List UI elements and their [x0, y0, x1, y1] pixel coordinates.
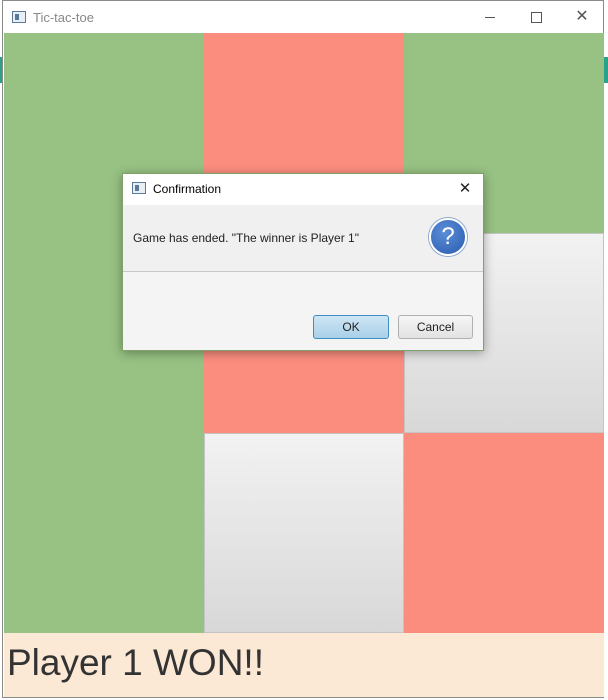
board-cell[interactable]	[204, 433, 404, 633]
minimize-icon	[485, 16, 495, 18]
dialog-title-bar[interactable]: Confirmation ✕	[123, 174, 483, 205]
maximize-button[interactable]	[513, 1, 559, 33]
maximize-icon	[530, 11, 542, 23]
dialog-title: Confirmation	[153, 182, 222, 196]
cancel-button[interactable]: Cancel	[398, 315, 473, 339]
window-title: Tic-tac-toe	[33, 10, 94, 25]
status-bar: Player 1 WON!!	[4, 633, 604, 697]
title-bar[interactable]: Tic-tac-toe ✕	[3, 1, 603, 33]
question-icon: ?	[429, 218, 467, 256]
dialog-message: Game has ended. "The winner is Player 1"	[133, 231, 359, 245]
dialog-header: Game has ended. "The winner is Player 1"…	[123, 205, 483, 272]
board-cell[interactable]	[4, 433, 204, 633]
confirmation-dialog: Confirmation ✕ Game has ended. "The winn…	[122, 173, 484, 351]
minimize-button[interactable]	[467, 1, 513, 33]
close-button[interactable]: ✕	[559, 1, 605, 33]
background-window-edge	[604, 57, 608, 83]
dialog-close-button[interactable]: ✕	[455, 179, 475, 199]
app-window-icon	[132, 182, 146, 194]
close-icon: ✕	[575, 8, 589, 25]
ok-button[interactable]: OK	[313, 315, 389, 339]
app-window-icon	[12, 11, 26, 23]
board-cell[interactable]	[404, 433, 604, 633]
status-text: Player 1 WON!!	[7, 642, 264, 683]
